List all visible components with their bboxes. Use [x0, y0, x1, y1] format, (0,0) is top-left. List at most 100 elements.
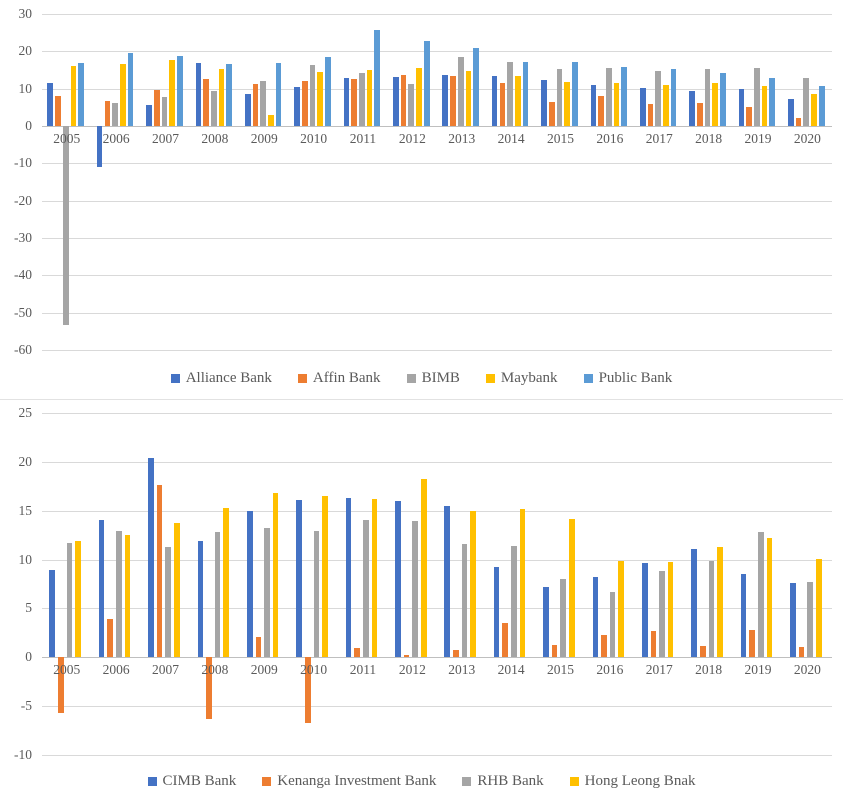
bar [720, 72, 726, 126]
y-axis-tick-label: 15 [18, 502, 33, 518]
y-axis-tick-label: -60 [14, 342, 32, 357]
gridline [42, 238, 832, 239]
x-axis-tick-label: 2015 [546, 131, 574, 146]
bar [169, 60, 175, 126]
legend-item[interactable]: Hong Leong Bnak [569, 774, 695, 789]
x-axis-tick-label: 2013 [448, 662, 476, 678]
x-axis-tick-label: 2012 [398, 131, 426, 146]
bar [49, 570, 56, 658]
legend-item[interactable]: Affin Bank [297, 370, 381, 386]
bar [146, 105, 152, 126]
bar [264, 528, 270, 658]
bar [457, 56, 464, 126]
bar [569, 518, 575, 658]
legend-swatch-icon [147, 777, 157, 786]
bar [717, 546, 723, 658]
gridline [42, 461, 832, 463]
bar [98, 520, 105, 658]
bar [807, 582, 813, 658]
legend-item[interactable]: CIMB Bank [147, 774, 236, 789]
legend-item[interactable]: RHB Bank [462, 774, 544, 789]
bar [161, 97, 168, 126]
bar [749, 629, 755, 658]
bar [116, 531, 122, 658]
bar [78, 62, 84, 126]
legend-item[interactable]: Public Bank [583, 371, 672, 386]
legend-item-label: Affin Bank [312, 370, 381, 386]
bar [465, 71, 472, 126]
bar [647, 104, 654, 126]
bar [613, 83, 620, 126]
bar [803, 78, 810, 126]
x-axis-tick-label: 2014 [497, 131, 525, 146]
bar [124, 535, 131, 658]
legend-swatch-icon [262, 777, 272, 786]
bar [153, 90, 160, 126]
legend-swatch-icon [485, 374, 495, 383]
x-axis-tick-label: 2008 [201, 662, 229, 678]
bar [598, 96, 604, 126]
bar [119, 64, 126, 126]
gridline [42, 51, 832, 53]
zero-axis-line [42, 657, 832, 659]
bar [788, 98, 794, 126]
x-axis-tick-label: 2016 [596, 662, 624, 678]
bar [75, 541, 81, 658]
bar [667, 561, 674, 658]
legend-item[interactable]: BIMB [406, 371, 460, 386]
bar [351, 78, 358, 126]
bar [754, 67, 760, 126]
bar [416, 68, 422, 126]
bar [815, 558, 822, 658]
bar [359, 72, 365, 126]
x-axis-tick-label: 2020 [793, 131, 821, 146]
bar [511, 545, 517, 658]
bar [493, 567, 500, 658]
bar [395, 500, 401, 658]
bar [260, 81, 267, 126]
bar [393, 77, 399, 126]
bar [697, 102, 703, 126]
bar [66, 542, 73, 658]
bar [226, 64, 233, 126]
x-axis-tick-label: 2012 [398, 662, 426, 678]
x-axis-tick-label: 2020 [793, 662, 821, 678]
legend-item[interactable]: Kenanga Investment Bank [262, 774, 436, 789]
bar [522, 61, 529, 126]
y-axis-tick-label: 20 [18, 43, 33, 59]
bar [641, 563, 648, 658]
bar [592, 577, 599, 658]
bar [761, 86, 768, 126]
bar [655, 70, 662, 126]
x-axis-tick-label: 2007 [151, 131, 179, 146]
y-axis-tick-label: 20 [18, 453, 33, 469]
chart-page: 30 20 10 0 -10 -20 -30 -40 -50 -60 2005 2006 2007 200… [0, 0, 843, 804]
bar [507, 62, 513, 126]
bar [514, 76, 521, 126]
legend-item[interactable]: Alliance Bank [170, 371, 272, 386]
bar [757, 532, 764, 658]
bar [252, 84, 259, 126]
gridline [42, 200, 832, 202]
y-axis-tick-label: 5 [25, 600, 32, 616]
bar [165, 546, 172, 658]
bar [712, 83, 719, 126]
bar [403, 655, 410, 658]
x-axis-tick-label: 2016 [596, 131, 624, 146]
x-axis-tick-label: 2005 [53, 131, 81, 146]
bar [322, 496, 328, 658]
y-axis-tick-label: 25 [18, 405, 33, 420]
legend-item-label: Maybank [500, 370, 558, 386]
bar [621, 67, 628, 126]
bar [571, 62, 578, 126]
bar [62, 126, 69, 325]
bar [601, 634, 607, 658]
bar [268, 114, 274, 126]
bar [104, 100, 111, 126]
bar [112, 102, 118, 126]
bar [663, 84, 669, 126]
x-axis-tick-label: 2014 [497, 662, 525, 678]
bar [670, 69, 677, 126]
bar [560, 579, 567, 658]
legend-item[interactable]: Maybank [485, 370, 558, 386]
